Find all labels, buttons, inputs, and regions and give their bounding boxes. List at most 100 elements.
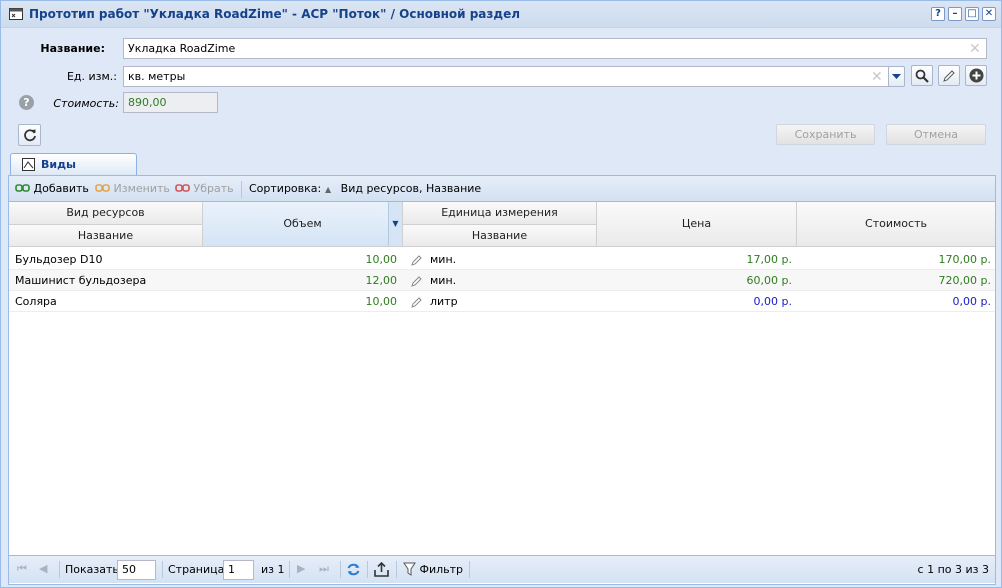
add-button-label: Добавить — [33, 182, 89, 195]
cell-price: 60,00 р. — [746, 274, 792, 287]
filter-button[interactable]: Фильтр — [403, 562, 463, 576]
sort-label: Сортировка: — [249, 182, 322, 195]
help-button[interactable]: ? — [931, 7, 945, 21]
page-size-value: 50 — [122, 563, 136, 576]
edit-button-label: Изменить — [113, 182, 170, 195]
cell-unit: мин. — [430, 274, 457, 287]
pager-separator — [396, 561, 397, 578]
minimize-button[interactable]: – — [948, 7, 962, 21]
prev-page-icon[interactable]: ◀ — [39, 562, 47, 575]
window-icon — [9, 8, 23, 20]
clear-icon[interactable]: ✕ — [871, 70, 883, 84]
pager-separator — [469, 561, 470, 578]
page-number-value: 1 — [228, 563, 235, 576]
clear-icon[interactable]: ✕ — [969, 42, 981, 56]
export-icon[interactable] — [374, 562, 389, 577]
main-window: Прототип работ "Укладка RoadZime" - АСР … — [0, 0, 1002, 588]
remove-button[interactable]: Убрать — [175, 182, 234, 195]
page-size-label: Показать — [65, 563, 119, 576]
filter-icon — [403, 562, 416, 576]
link-edit-icon — [95, 184, 110, 192]
cell-cost: 0,00 р. — [952, 295, 991, 308]
edit-unit-button[interactable] — [938, 65, 960, 86]
refresh-button[interactable] — [18, 124, 41, 146]
pager-separator — [340, 561, 341, 578]
maximize-button[interactable]: □ — [965, 7, 979, 21]
table-row[interactable]: Бульдозер D10 10,00 мин. 17,00 р. 170,00… — [9, 249, 995, 270]
cost-field-value: 890,00 — [128, 96, 167, 109]
sort-asc-icon: ▲ — [325, 185, 332, 194]
first-page-icon[interactable]: ⏮ — [17, 562, 27, 576]
pager-separator — [367, 561, 368, 578]
page-label: Страница — [168, 563, 225, 576]
cell-volume: 10,00 — [365, 295, 398, 308]
unit-field[interactable]: кв. метры — [123, 66, 890, 87]
column-header-price[interactable]: Цена — [597, 202, 797, 247]
toolbar-separator — [241, 181, 242, 198]
edit-button[interactable]: Изменить — [95, 182, 170, 195]
edit-icon — [943, 70, 955, 82]
ruler-icon — [411, 255, 422, 266]
cancel-button[interactable]: Отмена — [886, 124, 986, 145]
cell-unit: литр — [430, 295, 458, 308]
pager-separator — [59, 561, 60, 578]
grid-toolbar: Добавить Изменить Убрать Сортировка: ▲ В… — [9, 176, 995, 202]
cell-cost: 170,00 р. — [938, 253, 991, 266]
cell-price: 17,00 р. — [746, 253, 792, 266]
table-row[interactable]: Соляра 10,00 литр 0,00 р. 0,00 р. — [9, 291, 995, 312]
name-field[interactable]: Укладка RoadZime — [123, 38, 987, 59]
name-field-value: Укладка RoadZime — [128, 42, 236, 55]
page-count-label: из 1 — [261, 563, 285, 576]
column-header-unit-name[interactable]: Название — [403, 225, 597, 247]
unit-label: Ед. изм.: — [66, 70, 117, 83]
close-button[interactable]: ✕ — [982, 7, 996, 21]
pager-separator — [162, 561, 163, 578]
column-group-unit[interactable]: Единица измерения — [403, 202, 597, 225]
add-button[interactable]: Добавить — [15, 182, 89, 195]
cell-name: Соляра — [15, 295, 57, 308]
column-header-cost[interactable]: Стоимость — [797, 202, 995, 247]
sort-value: Вид ресурсов, Название — [340, 182, 482, 195]
next-page-icon[interactable]: ▶ — [297, 562, 305, 575]
cell-volume: 10,00 — [365, 253, 398, 266]
sort-button[interactable]: ▲ Вид ресурсов, Название — [325, 182, 481, 195]
add-unit-button[interactable] — [965, 65, 987, 86]
column-header-volume[interactable]: Объем ▼ — [203, 202, 403, 247]
add-circle-icon — [969, 68, 983, 83]
cost-label: Стоимость: — [53, 97, 119, 110]
cell-volume: 12,00 — [365, 274, 398, 287]
window-titlebar[interactable]: Прототип работ "Укладка RoadZime" - АСР … — [1, 1, 1001, 28]
resources-grid-panel: Добавить Изменить Убрать Сортировка: ▲ В… — [8, 175, 996, 585]
reload-icon[interactable] — [346, 562, 361, 577]
column-group-resource-type[interactable]: Вид ресурсов — [9, 202, 203, 225]
cell-price: 0,00 р. — [753, 295, 792, 308]
dropdown-trigger[interactable] — [888, 66, 905, 87]
column-menu-trigger[interactable]: ▼ — [388, 202, 402, 246]
remove-button-label: Убрать — [193, 182, 234, 195]
cost-field: 890,00 — [123, 92, 218, 113]
tab-resource-types[interactable]: Виды ресурсов — [10, 153, 137, 184]
pager-summary: с 1 по 3 из 3 — [917, 563, 989, 576]
help-icon[interactable]: ? — [19, 95, 34, 110]
window-title: Прототип работ "Укладка RoadZime" - АСР … — [29, 7, 520, 21]
cell-cost: 720,00 р. — [938, 274, 991, 287]
pager-toolbar: ⏮ ◀ Показать 50 Страница 1 из 1 ▶ ⏭ Филь… — [9, 555, 995, 583]
unit-field-value: кв. метры — [128, 70, 186, 83]
column-header-name[interactable]: Название — [9, 225, 203, 247]
table-row[interactable]: Машинист бульдозера 12,00 мин. 60,00 р. … — [9, 270, 995, 291]
refresh-icon — [23, 129, 36, 142]
search-button[interactable] — [911, 65, 933, 86]
tab-icon — [22, 158, 35, 171]
page-size-input[interactable]: 50 — [117, 560, 156, 580]
link-remove-icon — [175, 184, 190, 192]
ruler-icon — [411, 297, 422, 308]
page-number-input[interactable]: 1 — [223, 560, 254, 580]
volume-header-label: Объем — [283, 217, 322, 230]
name-label: Название: — [40, 42, 105, 55]
cell-name: Бульдозер D10 — [15, 253, 103, 266]
save-button[interactable]: Сохранить — [776, 124, 875, 145]
last-page-icon[interactable]: ⏭ — [319, 562, 329, 576]
filter-label: Фильтр — [419, 563, 464, 576]
link-add-icon — [15, 184, 30, 192]
chevron-down-icon — [892, 74, 901, 79]
